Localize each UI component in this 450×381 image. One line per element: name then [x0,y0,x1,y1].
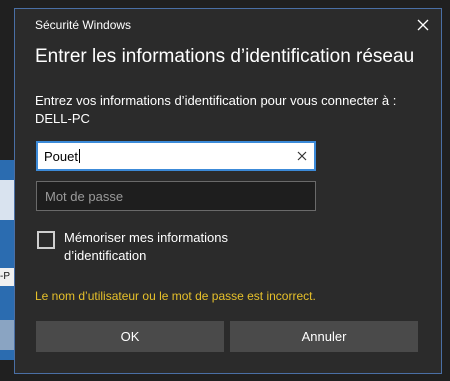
remember-credentials-checkbox[interactable]: Mémoriser mes informations d’identificat… [37,229,284,265]
clear-username-button[interactable] [296,150,308,162]
text-caret [78,149,80,163]
remember-credentials-label: Mémoriser mes informations d’identificat… [64,230,228,263]
connect-prompt: Entrez vos informations d’identification… [35,92,396,128]
close-icon [417,19,429,31]
username-value: Pouet [44,149,80,164]
username-field[interactable]: Pouet [36,141,316,171]
password-input[interactable] [37,182,315,210]
clear-icon [297,151,307,161]
cancel-button[interactable]: Annuler [230,321,418,352]
app-title: Sécurité Windows [35,18,132,32]
password-field[interactable] [36,181,316,211]
background-window: -P [0,160,14,360]
background-window-label: -P [0,268,14,286]
close-button[interactable] [413,15,433,35]
connect-prompt-text: Entrez vos informations d’identification… [35,93,397,108]
background-window-footer [0,320,14,350]
checkbox-box[interactable] [37,231,55,249]
error-message: Le nom d’utilisateur ou le mot de passe … [35,289,316,303]
background-window-pane [0,180,14,220]
username-text: Pouet [44,149,78,164]
title-bar: Sécurité Windows [15,9,441,39]
target-computer-name: DELL-PC [35,111,90,126]
dialog-heading: Entrer les informations d’identification… [35,46,415,67]
credentials-dialog: Sécurité Windows Entrer les informations… [14,8,442,374]
ok-button[interactable]: OK [36,321,224,352]
